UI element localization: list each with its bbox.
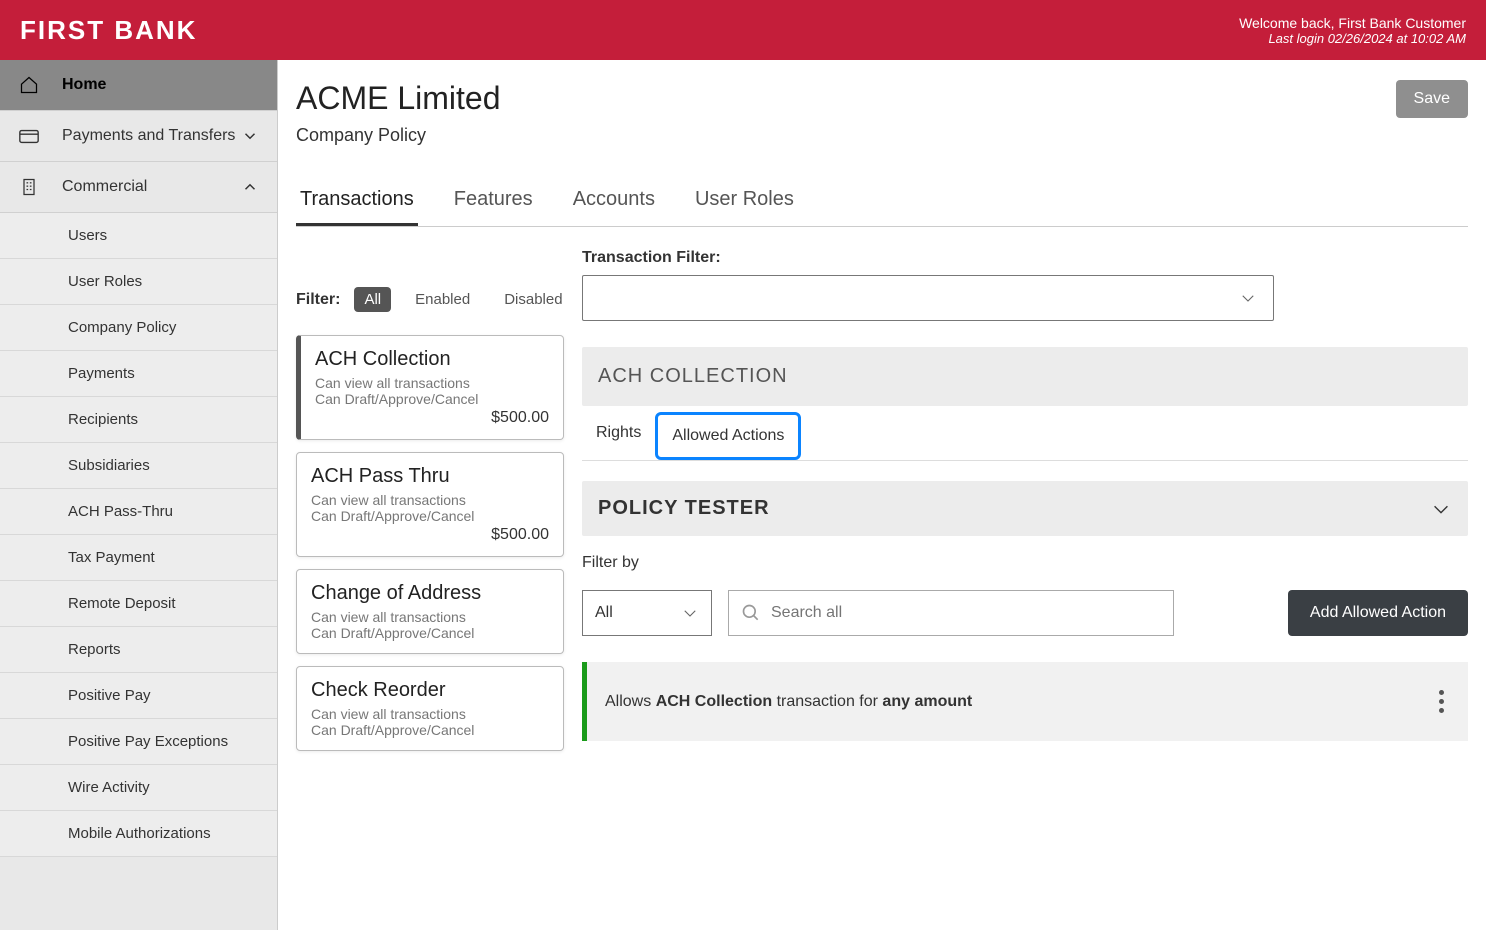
welcome-box: Welcome back, First Bank Customer Last l… — [1239, 15, 1466, 46]
transaction-card[interactable]: Check Reorder Can view all transactionsCa… — [296, 666, 564, 751]
nav-payments-transfers[interactable]: Payments and Transfers — [0, 111, 277, 162]
tx-card-title: Check Reorder — [311, 679, 549, 702]
tx-card-line: Can view all transactions — [315, 375, 549, 391]
nav-home-label: Home — [62, 76, 106, 94]
subtab-allowed-actions[interactable]: Allowed Actions — [655, 412, 801, 460]
filter-by-select[interactable]: All — [582, 590, 712, 636]
tab-transactions[interactable]: Transactions — [296, 176, 418, 226]
transaction-card[interactable]: ACH Collection Can view all transactionsC… — [296, 335, 564, 440]
sidebar-item-mobile-authorizations[interactable]: Mobile Authorizations — [0, 811, 277, 857]
nav-commercial-label: Commercial — [62, 178, 147, 196]
main-content: ACME Limited Company Policy Save Transac… — [278, 60, 1486, 930]
nav-commercial[interactable]: Commercial — [0, 162, 277, 213]
sidebar-item-wire-activity[interactable]: Wire Activity — [0, 765, 277, 811]
section-header: ACH COLLECTION — [582, 347, 1468, 406]
building-icon — [18, 176, 40, 198]
kebab-menu-icon[interactable] — [1433, 684, 1450, 719]
chevron-up-icon — [241, 178, 259, 196]
filter-row: Filter: AllEnabledDisabled — [296, 291, 564, 309]
add-allowed-action-button[interactable]: Add Allowed Action — [1288, 590, 1468, 636]
tx-card-line: Can Draft/Approve/Cancel — [311, 508, 549, 524]
filter-pill-all[interactable]: All — [354, 287, 391, 312]
sidebar-item-payments[interactable]: Payments — [0, 351, 277, 397]
tab-features[interactable]: Features — [450, 176, 537, 226]
tx-card-line: Can view all transactions — [311, 492, 549, 508]
filter-label: Filter: — [296, 291, 340, 309]
nav-payments-label: Payments and Transfers — [62, 127, 235, 145]
tab-user-roles[interactable]: User Roles — [691, 176, 798, 226]
sidebar-item-reports[interactable]: Reports — [0, 627, 277, 673]
page-title: ACME Limited — [296, 80, 501, 117]
sidebar-item-subsidiaries[interactable]: Subsidiaries — [0, 443, 277, 489]
last-login-text: Last login 02/26/2024 at 10:02 AM — [1239, 31, 1466, 46]
search-box[interactable] — [728, 590, 1174, 636]
tx-card-line: Can Draft/Approve/Cancel — [311, 722, 549, 738]
page-subtitle: Company Policy — [296, 125, 501, 146]
sidebar-item-positive-pay-exceptions[interactable]: Positive Pay Exceptions — [0, 719, 277, 765]
sidebar-item-company-policy[interactable]: Company Policy — [0, 305, 277, 351]
tx-card-amount: $500.00 — [311, 526, 549, 544]
sidebar-item-tax-payment[interactable]: Tax Payment — [0, 535, 277, 581]
app-header: FIRST BANK Welcome back, First Bank Cust… — [0, 0, 1486, 60]
allowed-action-rule[interactable]: Allows ACH Collection transaction for an… — [582, 662, 1468, 741]
chevron-down-icon — [1430, 498, 1452, 520]
card-icon — [18, 125, 40, 147]
tx-card-title: Change of Address — [311, 582, 549, 605]
policy-tester-panel[interactable]: POLICY TESTER — [582, 481, 1468, 536]
tx-card-line: Can Draft/Approve/Cancel — [311, 625, 549, 641]
transaction-filter-label: Transaction Filter: — [582, 249, 1468, 267]
tx-card-title: ACH Collection — [315, 348, 549, 371]
sidebar-item-recipients[interactable]: Recipients — [0, 397, 277, 443]
transaction-filter-select[interactable] — [582, 275, 1274, 321]
subtab-rights[interactable]: Rights — [582, 412, 655, 460]
save-button[interactable]: Save — [1396, 80, 1468, 118]
sidebar: Home Payments and Transfers Commercial U… — [0, 60, 278, 930]
tx-card-line: Can view all transactions — [311, 609, 549, 625]
tx-card-line: Can view all transactions — [311, 706, 549, 722]
filter-pill-enabled[interactable]: Enabled — [405, 287, 480, 312]
nav-home[interactable]: Home — [0, 60, 277, 111]
sidebar-item-users[interactable]: Users — [0, 213, 277, 259]
search-input[interactable] — [771, 604, 1161, 622]
tx-card-amount: $500.00 — [315, 409, 549, 427]
tx-card-line: Can Draft/Approve/Cancel — [315, 391, 549, 407]
chevron-down-icon — [241, 127, 259, 145]
transaction-card[interactable]: ACH Pass Thru Can view all transactionsCa… — [296, 452, 564, 557]
tab-accounts[interactable]: Accounts — [569, 176, 659, 226]
tx-card-title: ACH Pass Thru — [311, 465, 549, 488]
transaction-card[interactable]: Change of Address Can view all transactio… — [296, 569, 564, 654]
welcome-text: Welcome back, First Bank Customer — [1239, 15, 1466, 31]
sidebar-item-positive-pay[interactable]: Positive Pay — [0, 673, 277, 719]
sidebar-item-remote-deposit[interactable]: Remote Deposit — [0, 581, 277, 627]
filter-pill-disabled[interactable]: Disabled — [494, 287, 572, 312]
sidebar-item-ach-pass-thru[interactable]: ACH Pass-Thru — [0, 489, 277, 535]
rights-subtabs: Rights Allowed Actions — [582, 412, 1468, 461]
chevron-down-icon — [681, 604, 699, 622]
home-icon — [18, 74, 40, 96]
bank-logo: FIRST BANK — [20, 15, 197, 46]
chevron-down-icon — [1239, 289, 1257, 307]
sidebar-item-user-roles[interactable]: User Roles — [0, 259, 277, 305]
filter-by-value: All — [595, 604, 613, 622]
filter-by-label: Filter by — [582, 554, 1468, 572]
policy-tabs: Transactions Features Accounts User Roles — [296, 176, 1468, 227]
rule-text: Allows ACH Collection transaction for an… — [605, 693, 972, 711]
policy-tester-title: POLICY TESTER — [598, 497, 770, 520]
search-icon — [741, 603, 761, 623]
